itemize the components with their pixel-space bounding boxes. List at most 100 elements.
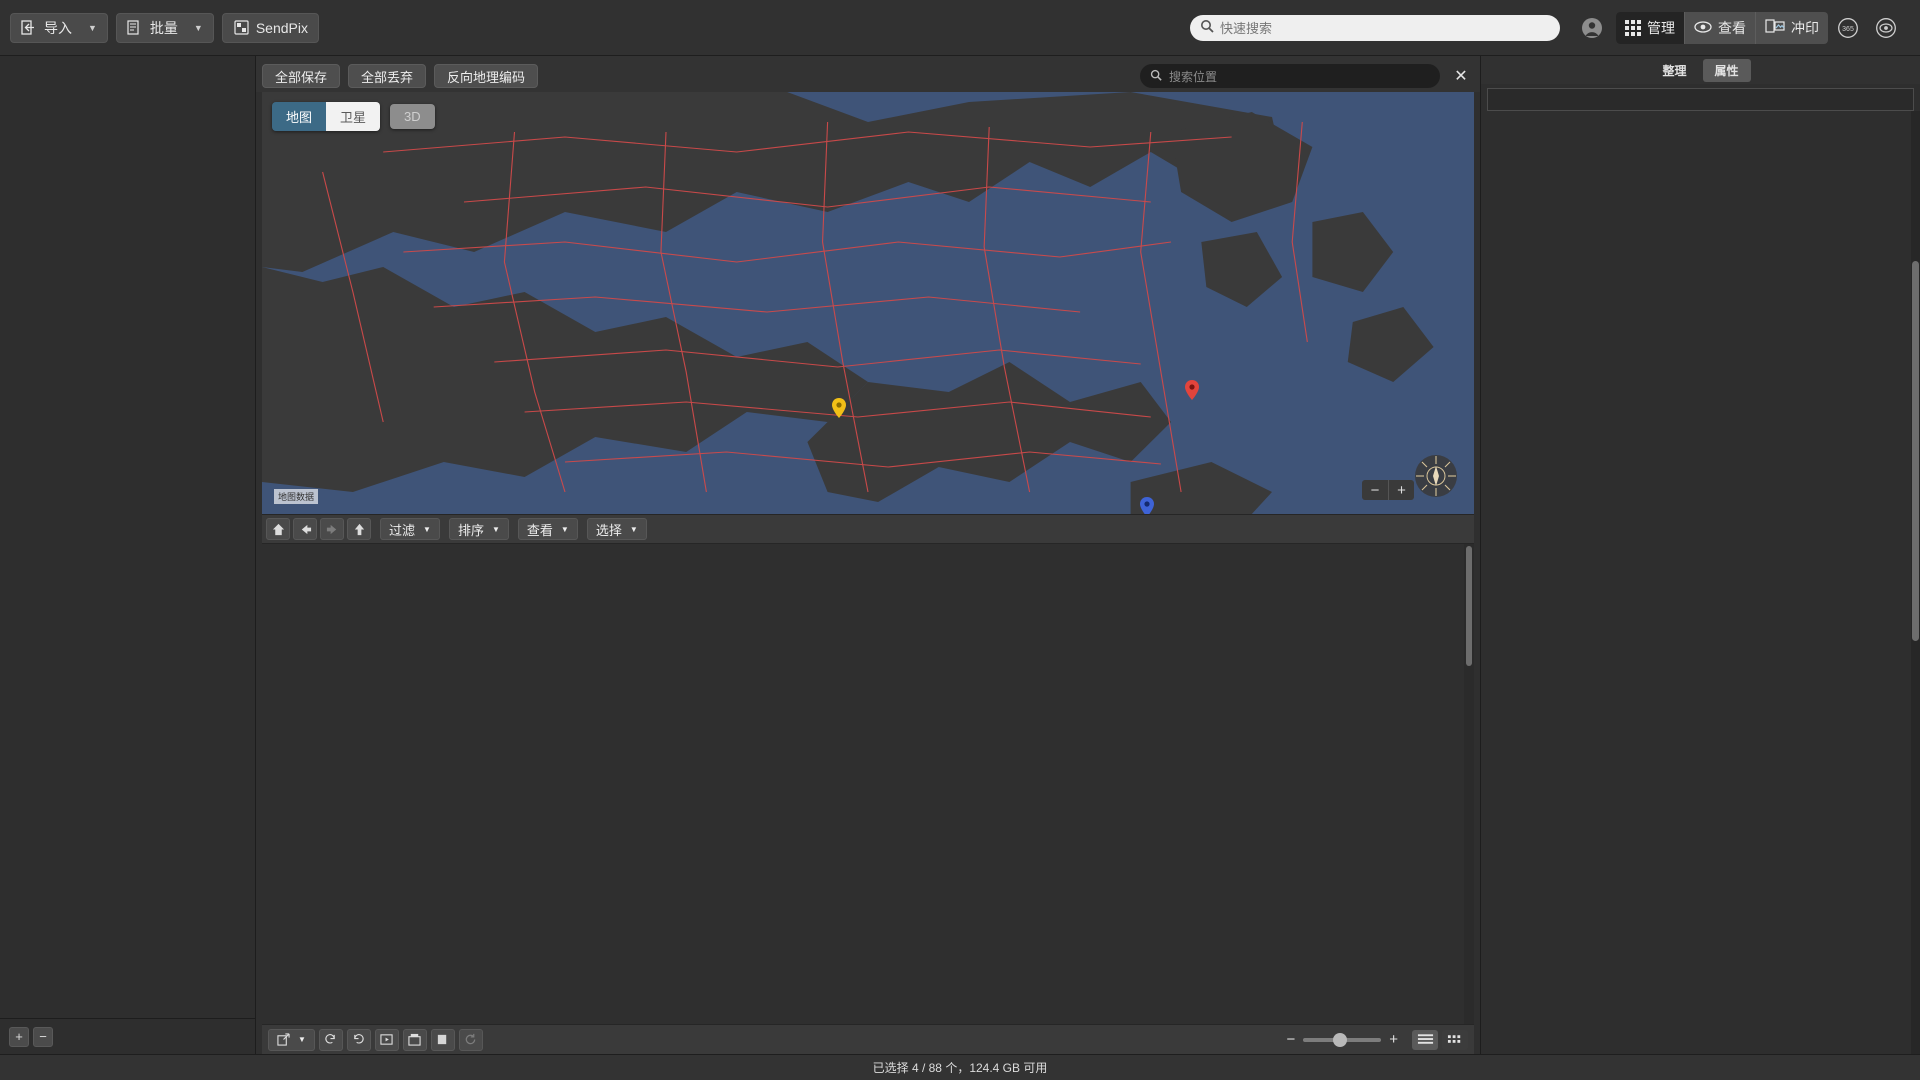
thumbnail-size-slider[interactable]: − + [1286,1031,1398,1048]
browser-footer: ▼ [262,1024,1474,1054]
account-icon[interactable] [1578,14,1606,42]
sendpix-button[interactable]: SendPix [222,13,319,43]
print-icon [1765,19,1785,36]
quick-search-placeholder: 快速搜索 [1220,18,1272,37]
browser-toolbar: 过滤▼ 排序▼ 查看▼ 选择▼ [262,514,1474,544]
mode-print[interactable]: 冲印 [1756,12,1828,44]
folders-tree[interactable] [0,56,255,1018]
thumbnail-scrollbar[interactable] [1464,544,1474,1024]
map-zoom-controls: − + [1362,480,1414,500]
location-search-placeholder: 搜索位置 [1169,68,1217,85]
status-bar: 已选择 4 / 88 个，124.4 GB 可用 [0,1054,1920,1080]
map-canvas [262,92,1474,514]
add-folder-button[interactable]: + [9,1027,29,1047]
mode-manage[interactable]: 管理 [1616,12,1685,44]
slider-track[interactable] [1303,1038,1381,1042]
chevron-down-icon[interactable]: ▼ [194,23,203,33]
thumbnail-grid[interactable] [262,544,1464,1024]
map-type-segment: 地图 卫星 [272,102,380,131]
folders-sidebar: + − [0,56,256,1054]
batch-icon [127,19,144,36]
map-zoom-out-button[interactable]: − [1362,480,1388,500]
save-all-button[interactable]: 全部保存 [262,64,340,88]
map-viewport[interactable]: 地图 卫星 3D − + [262,92,1474,514]
map-type-satellite[interactable]: 卫星 [326,102,380,131]
scrollbar-thumb[interactable] [1466,546,1472,666]
slider-knob[interactable] [1333,1033,1347,1047]
chevron-down-icon: ▼ [492,525,500,534]
map-pin-yellow[interactable] [832,398,846,418]
search-icon [1200,19,1214,36]
map-3d-button[interactable]: 3D [390,104,435,129]
sort-dropdown[interactable]: 排序▼ [449,518,509,540]
mode-print-label: 冲印 [1791,18,1819,38]
map-zoom-in-button[interactable]: + [1388,480,1414,500]
list-view-button[interactable] [1412,1030,1438,1050]
zoom-out-label[interactable]: − [1286,1031,1295,1048]
chevron-down-icon: ▼ [298,1035,306,1044]
slideshow-button[interactable] [375,1029,399,1051]
eye-badge-icon[interactable] [1872,14,1900,42]
panel-scrollbar[interactable] [1911,111,1920,1054]
status-text: 已选择 4 / 88 个，124.4 GB 可用 [873,1059,1048,1076]
map-type-map[interactable]: 地图 [272,102,326,131]
select-label: 选择 [596,520,622,539]
import-icon [21,19,38,36]
sendpix-label: SendPix [256,20,308,36]
mode-switch-group: 管理 查看 冲印 [1616,12,1828,44]
remove-folder-button[interactable]: − [33,1027,53,1047]
chevron-down-icon: ▼ [561,525,569,534]
tab-organize[interactable]: 整理 [1650,59,1698,82]
close-map-button[interactable]: ✕ [1448,66,1474,86]
grid-view-button[interactable] [1442,1030,1468,1050]
rating-color-filter-bar [1487,88,1914,111]
mode-view[interactable]: 查看 [1685,12,1756,44]
rotate-left-button[interactable] [319,1029,343,1051]
forward-button[interactable] [320,518,344,540]
view-label: 查看 [527,520,553,539]
copy-button[interactable] [431,1029,455,1051]
map-view-controls: 地图 卫星 3D [272,102,435,131]
reverse-geocode-button[interactable]: 反向地理编码 [434,64,538,88]
panel-scrollbar-thumb[interactable] [1912,261,1919,641]
import-label: 导入 [44,18,72,38]
quick-search-input[interactable]: 快速搜索 [1190,15,1560,41]
map-toolbar: 全部保存 全部丢弃 反向地理编码 搜索位置 ✕ [256,56,1480,92]
panel-tabs: 整理 属性 [1481,56,1920,84]
rotate-right-button[interactable] [347,1029,371,1051]
search-icon [1150,69,1162,84]
archive-button[interactable] [403,1029,427,1051]
refresh-button[interactable] [459,1029,483,1051]
view-dropdown[interactable]: 查看 ▼ [518,518,578,540]
thumbnail-area [262,544,1474,1024]
map-pin-red[interactable] [1185,380,1199,400]
topbar-right-group: 管理 查看 冲印 365 [1578,12,1910,44]
badge-365-icon[interactable]: 365 [1834,14,1862,42]
up-button[interactable] [347,518,371,540]
sidebar-footer: + − [0,1018,255,1054]
svg-text:365: 365 [1842,26,1854,33]
chevron-down-icon: ▼ [423,525,431,534]
eye-icon [1694,20,1712,36]
filter-label: 过滤 [389,520,415,539]
map-pin-blue[interactable] [1140,497,1154,514]
grid-icon [1625,20,1641,36]
batch-button[interactable]: 批量 ▼ [116,13,214,43]
filter-dropdown[interactable]: 过滤 ▼ [380,518,440,540]
panel-scroll-area[interactable] [1481,111,1920,1054]
discard-all-button[interactable]: 全部丢弃 [348,64,426,88]
main-body: + − 全部保存 全部丢弃 反向地理编码 搜索位置 ✕ [0,56,1920,1054]
home-button[interactable] [266,518,290,540]
mode-view-label: 查看 [1718,18,1746,38]
map-compass-icon[interactable] [1412,452,1460,500]
zoom-in-label[interactable]: + [1389,1031,1398,1048]
location-search-input[interactable]: 搜索位置 [1140,64,1440,88]
back-button[interactable] [293,518,317,540]
tab-properties[interactable]: 属性 [1703,59,1751,82]
chevron-down-icon[interactable]: ▼ [88,23,97,33]
sendpix-icon [233,19,250,36]
export-button[interactable]: ▼ [268,1029,315,1051]
select-dropdown[interactable]: 选择▼ [587,518,647,540]
acdsee-window: 导入 ▼ 批量 ▼ SendPix 快速搜索 [0,0,1920,1080]
import-button[interactable]: 导入 ▼ [10,13,108,43]
